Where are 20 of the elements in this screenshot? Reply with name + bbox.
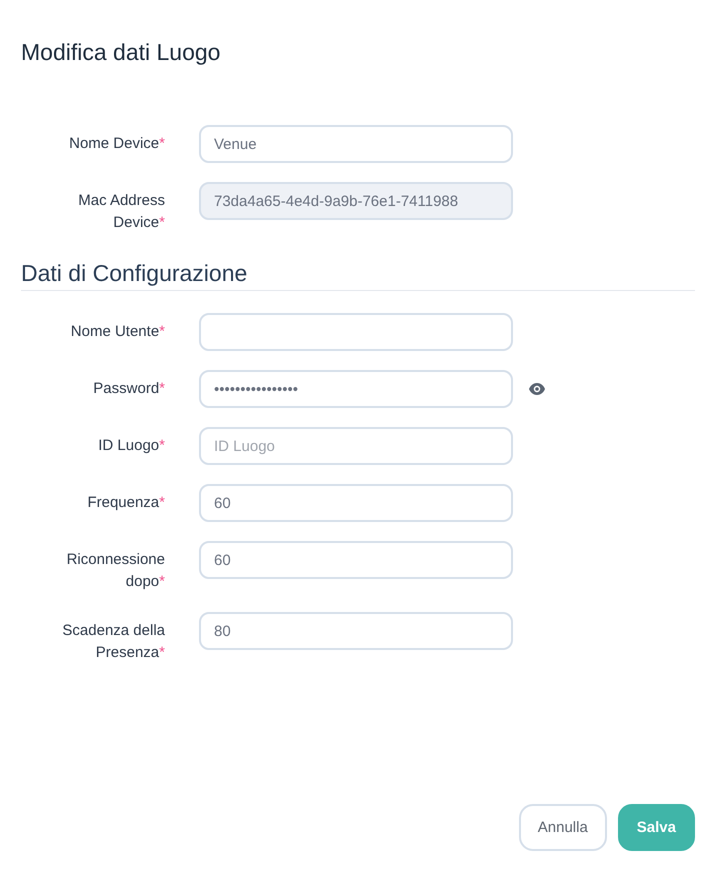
field-label: Riconnessione dopo* (66, 550, 165, 592)
field-label: Frequenza* (86, 493, 165, 513)
input-field[interactable]: Venue (199, 125, 513, 163)
field-label: Scadenza della Presenza* (61, 621, 165, 663)
dialog-title: Modifica dati Luogo (21, 38, 222, 67)
input-field[interactable]: 60 (199, 484, 513, 522)
input-field[interactable]: 80 (199, 612, 513, 650)
eye-icon[interactable] (529, 383, 545, 395)
input-field[interactable] (199, 313, 513, 351)
input-field[interactable]: ID Luogo (199, 427, 513, 465)
field-label: Password* (92, 379, 165, 399)
section-title: Dati di Configurazione (21, 258, 695, 291)
input-field[interactable]: 60 (199, 541, 513, 579)
field-label: Nome Device* (68, 134, 165, 154)
cancel-button[interactable]: Annulla (518, 804, 607, 851)
field-label: Mac Address Device* (77, 191, 165, 233)
password-field[interactable]: •••••••••••••••• (199, 370, 513, 408)
field-label: Nome Utente* (70, 322, 165, 342)
save-button[interactable]: Salva (618, 804, 695, 851)
field-label: ID Luogo* (97, 436, 165, 456)
